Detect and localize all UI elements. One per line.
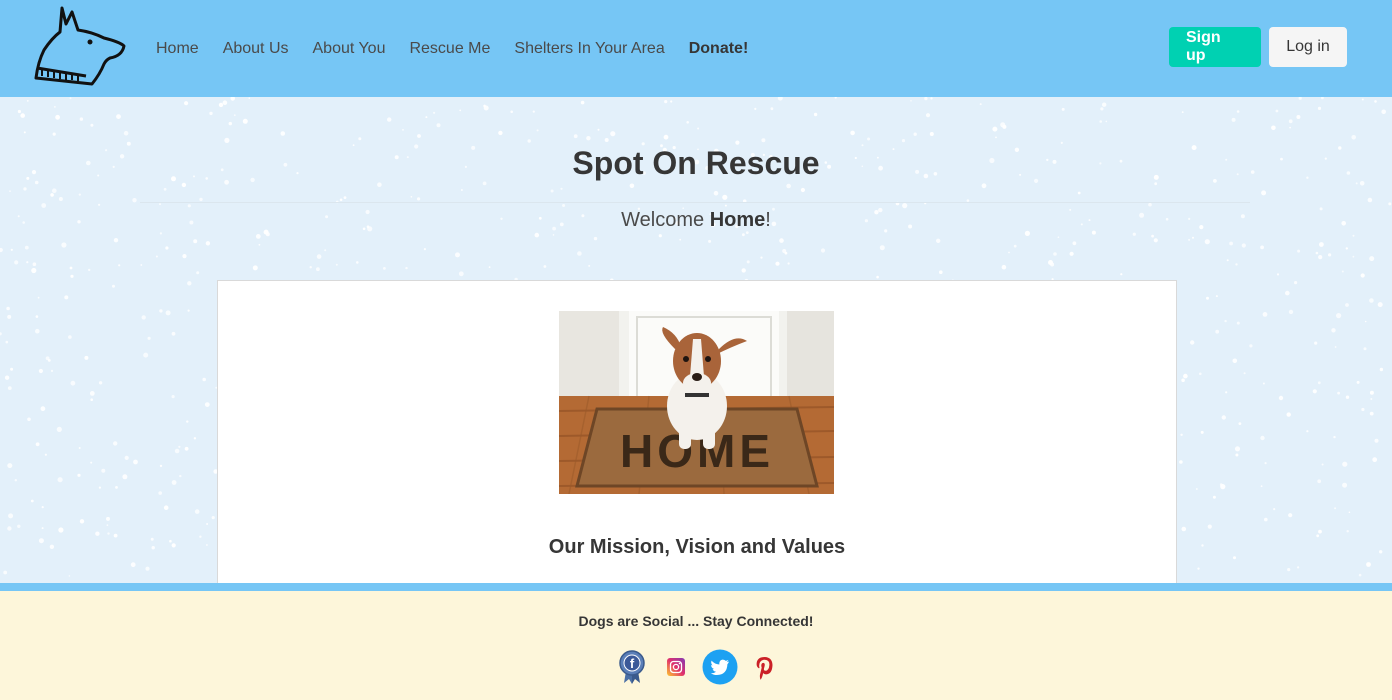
nav-donate[interactable]: Donate!	[677, 37, 761, 61]
welcome-bold: Home	[709, 209, 766, 231]
nav-about-you[interactable]: About You	[301, 37, 398, 61]
footer-text-bold: Social	[642, 613, 684, 629]
welcome-prefix: Welcome	[621, 209, 710, 231]
mission-card: HOME Our Mission, Vision and Values	[217, 280, 1177, 583]
dog-logo-icon[interactable]	[32, 2, 126, 90]
twitter-icon[interactable]	[702, 649, 738, 685]
navbar: Home About Us About You Rescue Me Shelte…	[0, 0, 1392, 97]
instagram-icon[interactable]	[658, 649, 694, 685]
footer-divider	[0, 583, 1392, 591]
svg-text:f: f	[630, 656, 635, 671]
dog-home-photo: HOME	[559, 311, 834, 494]
footer: Dogs are Social ... Stay Connected! f	[0, 591, 1392, 700]
page-title: Spot On Rescue	[572, 145, 820, 181]
footer-tagline: Dogs are Social ... Stay Connected!	[0, 613, 1392, 629]
social-links: f	[614, 649, 790, 685]
mission-heading: Our Mission, Vision and Values	[548, 536, 846, 558]
nav-home[interactable]: Home	[144, 37, 211, 61]
hero-section: Spot On Rescue Welcome Home! HOME Our Mi…	[0, 97, 1392, 583]
welcome-text: Welcome Home!	[0, 209, 1392, 232]
login-button[interactable]: Log in	[1269, 27, 1347, 67]
nav-shelters[interactable]: Shelters In Your Area	[502, 37, 676, 61]
nav-rescue-me[interactable]: Rescue Me	[397, 37, 502, 61]
footer-text-prefix: Dogs are	[578, 613, 643, 629]
signup-button[interactable]: Sign up	[1169, 27, 1261, 67]
facebook-icon[interactable]: f	[614, 649, 650, 685]
pinterest-icon[interactable]	[746, 649, 782, 685]
footer-text-suffix: ... Stay Connected!	[683, 613, 814, 629]
welcome-suffix: !	[765, 209, 771, 231]
nav-about-us[interactable]: About Us	[211, 37, 301, 61]
hero-divider	[140, 202, 1250, 203]
